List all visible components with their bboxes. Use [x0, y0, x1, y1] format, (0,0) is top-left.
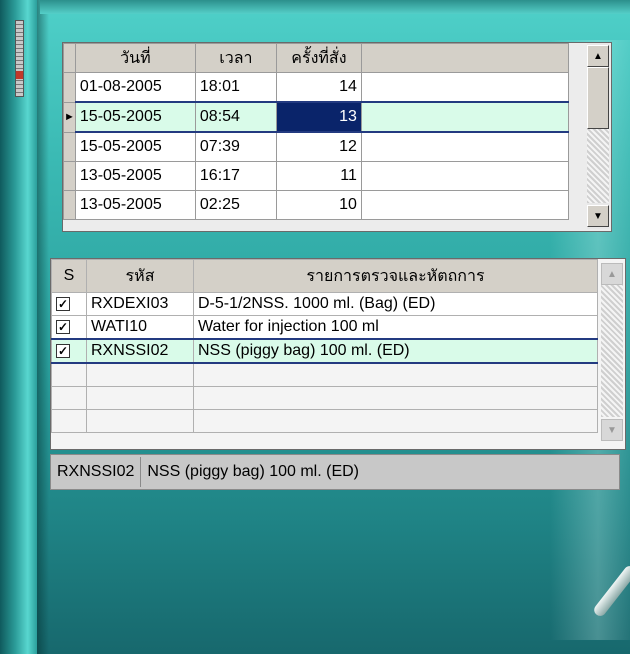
empty-row[interactable]	[51, 386, 598, 410]
scrollbar-track[interactable]	[601, 285, 623, 417]
cell-date[interactable]: 15-05-2005	[74, 101, 196, 133]
cell-description[interactable]: Water for injection 100 ml	[193, 315, 598, 340]
empty-cell	[51, 386, 87, 410]
row-indicator-header	[63, 43, 76, 73]
cell-description[interactable]: NSS (piggy bag) 100 ml. (ED)	[193, 338, 598, 364]
scrollbar-thumb[interactable]	[587, 67, 609, 129]
cell-date[interactable]: 13-05-2005	[74, 190, 196, 220]
cell-select[interactable]: ✓	[51, 292, 87, 316]
scroll-up-arrow-icon[interactable]: ▲	[601, 263, 623, 285]
table-row[interactable]: 15-05-2005 07:39 12	[63, 131, 569, 162]
empty-row[interactable]	[51, 409, 598, 433]
cell-blank[interactable]	[360, 72, 569, 103]
empty-cell	[193, 362, 598, 387]
cell-time[interactable]: 08:54	[194, 101, 277, 133]
status-description: NSS (piggy bag) 100 ml. (ED)	[147, 463, 360, 480]
cell-blank[interactable]	[360, 101, 569, 133]
row-indicator	[63, 131, 76, 162]
column-header-code[interactable]: รหัส	[86, 259, 194, 293]
cell-order-count-focused[interactable]: 13	[275, 101, 362, 133]
cell-time[interactable]: 18:01	[194, 72, 277, 103]
table-row[interactable]: 01-08-2005 18:01 14	[63, 72, 569, 103]
row-indicator	[63, 161, 76, 191]
top-bevel	[40, 0, 630, 14]
cell-time[interactable]: 02:25	[194, 190, 277, 220]
table-row[interactable]: ✓ RXDEXI03 D-5-1/2NSS. 1000 ml. (Bag) (E…	[51, 292, 598, 316]
cell-code[interactable]: RXNSSI02	[86, 338, 194, 364]
left-strip-shadow	[37, 0, 49, 654]
cell-date[interactable]: 01-08-2005	[74, 72, 196, 103]
empty-cell	[86, 386, 194, 410]
column-header-blank	[360, 43, 569, 73]
checkbox-checked-icon[interactable]: ✓	[56, 344, 70, 358]
scroll-down-arrow-icon[interactable]: ▼	[587, 205, 609, 227]
empty-cell	[51, 362, 87, 387]
checkbox-checked-icon[interactable]: ✓	[56, 320, 70, 334]
row-pointer-icon: ►	[63, 101, 76, 133]
order-items-scrollbar[interactable]: ▲ ▼	[601, 259, 623, 447]
empty-row[interactable]	[51, 362, 598, 387]
order-history-header-row: วันที่ เวลา ครั้งที่สั่ง	[63, 43, 569, 73]
cell-blank[interactable]	[360, 131, 569, 162]
left-decorative-strip	[0, 0, 37, 654]
cell-description[interactable]: D-5-1/2NSS. 1000 ml. (Bag) (ED)	[193, 292, 598, 316]
empty-cell	[51, 409, 87, 433]
column-header-order-count[interactable]: ครั้งที่สั่ง	[275, 43, 362, 73]
cell-date[interactable]: 15-05-2005	[74, 131, 196, 162]
column-header-description[interactable]: รายการตรวจและหัตถการ	[193, 259, 598, 293]
left-slider-decoration	[15, 20, 24, 97]
status-code: RXNSSI02	[51, 457, 142, 487]
column-header-time[interactable]: เวลา	[194, 43, 277, 73]
empty-cell	[86, 409, 194, 433]
cell-order-count[interactable]: 11	[275, 161, 362, 191]
selected-item-status-bar: RXNSSI02 NSS (piggy bag) 100 ml. (ED)	[50, 454, 620, 490]
cell-code[interactable]: RXDEXI03	[86, 292, 194, 316]
cell-time[interactable]: 16:17	[194, 161, 277, 191]
column-header-date[interactable]: วันที่	[74, 43, 196, 73]
order-history-grid[interactable]: วันที่ เวลา ครั้งที่สั่ง 01-08-2005 18:0…	[62, 42, 612, 232]
table-row-selected[interactable]: ✓ RXNSSI02 NSS (piggy bag) 100 ml. (ED)	[51, 338, 598, 364]
order-items-grid[interactable]: S รหัส รายการตรวจและหัตถการ ✓ RXDEXI03 D…	[50, 258, 626, 450]
column-header-select[interactable]: S	[51, 259, 87, 293]
cell-time[interactable]: 07:39	[194, 131, 277, 162]
row-indicator	[63, 72, 76, 103]
cell-code[interactable]: WATI10	[86, 315, 194, 340]
order-history-scrollbar[interactable]: ▲ ▼	[587, 43, 609, 229]
scroll-down-arrow-icon[interactable]: ▼	[601, 419, 623, 441]
empty-cell	[193, 386, 598, 410]
table-row[interactable]: 13-05-2005 16:17 11	[63, 161, 569, 191]
cell-blank[interactable]	[360, 190, 569, 220]
order-items-header-row: S รหัส รายการตรวจและหัตถการ	[51, 259, 598, 293]
scroll-up-arrow-icon[interactable]: ▲	[587, 45, 609, 67]
cell-order-count[interactable]: 10	[275, 190, 362, 220]
table-row[interactable]: 13-05-2005 02:25 10	[63, 190, 569, 220]
empty-cell	[193, 409, 598, 433]
cell-order-count[interactable]: 12	[275, 131, 362, 162]
row-indicator	[63, 190, 76, 220]
empty-cell	[86, 362, 194, 387]
checkbox-checked-icon[interactable]: ✓	[56, 297, 70, 311]
cell-date[interactable]: 13-05-2005	[74, 161, 196, 191]
cell-order-count[interactable]: 14	[275, 72, 362, 103]
table-row[interactable]: ✓ WATI10 Water for injection 100 ml	[51, 315, 598, 340]
table-row-selected[interactable]: ► 15-05-2005 08:54 13	[63, 101, 569, 133]
cell-blank[interactable]	[360, 161, 569, 191]
cell-select[interactable]: ✓	[51, 338, 87, 364]
cell-select[interactable]: ✓	[51, 315, 87, 340]
